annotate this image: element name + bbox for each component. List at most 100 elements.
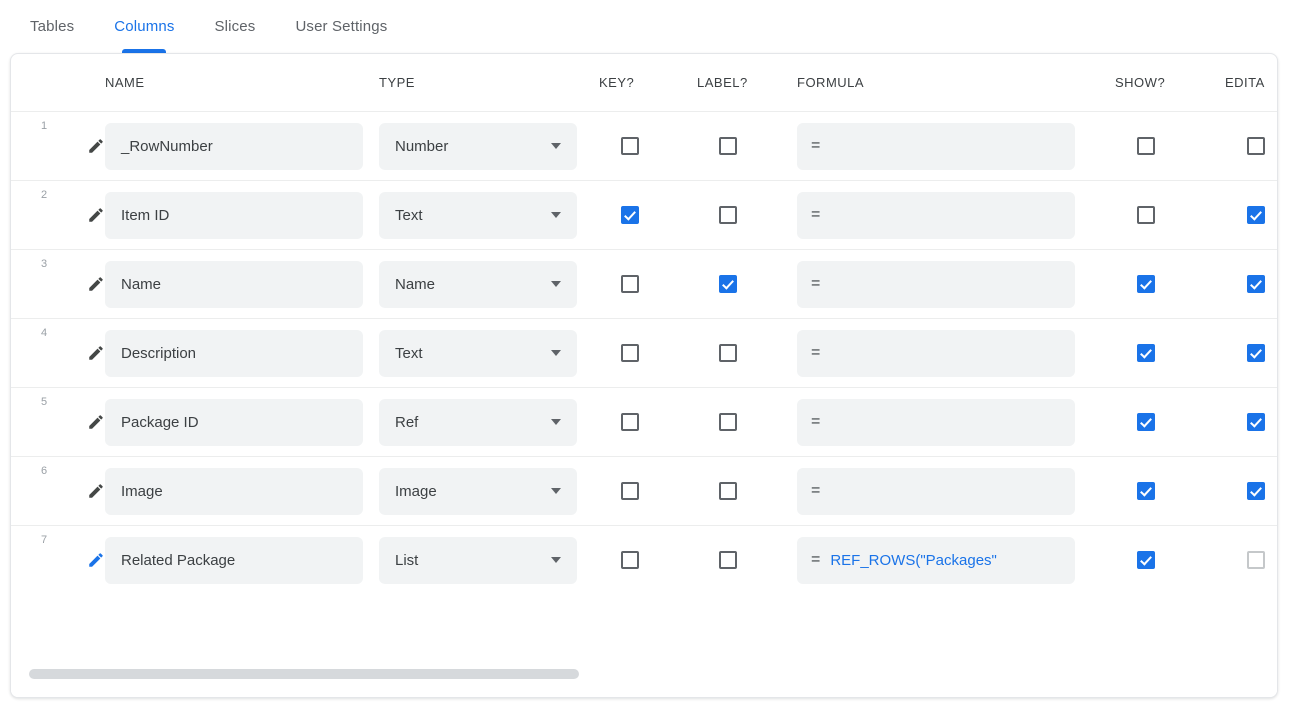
edit-column-button[interactable] (65, 206, 105, 224)
horizontal-scrollbar-thumb[interactable] (29, 669, 579, 679)
key-checkbox-cell (599, 275, 697, 293)
column-name-input[interactable]: Image (105, 467, 363, 515)
edit-column-button[interactable] (65, 275, 105, 293)
key-checkbox[interactable] (621, 482, 639, 500)
equals-sign: = (811, 551, 821, 568)
columns-card: NAME TYPE KEY? LABEL? FORMULA SHOW? EDIT… (10, 53, 1278, 698)
tab-bar: Tables Columns Slices User Settings (0, 0, 1300, 53)
tab-label: Columns (114, 18, 175, 35)
formula-input[interactable]: = (797, 191, 1075, 239)
pencil-icon (87, 413, 105, 431)
pencil-icon (87, 551, 105, 569)
column-type-cell: Text (379, 329, 599, 377)
tab-user-settings[interactable]: User Settings (275, 0, 407, 53)
edit-column-button[interactable] (65, 482, 105, 500)
label-checkbox[interactable] (719, 206, 737, 224)
columns-table-header: NAME TYPE KEY? LABEL? FORMULA SHOW? EDIT… (11, 54, 1277, 111)
table-row: 7 Related Package List = REF_ROWS("Packages" (11, 525, 1277, 594)
show-checkbox[interactable] (1137, 206, 1155, 224)
column-type-select[interactable]: Text (379, 329, 577, 377)
label-checkbox[interactable] (719, 275, 737, 293)
column-name-value: Package ID (121, 413, 199, 431)
tab-tables[interactable]: Tables (10, 0, 94, 53)
chevron-down-icon (551, 557, 561, 563)
column-name-input[interactable]: Package ID (105, 398, 363, 446)
column-name-input[interactable]: Item ID (105, 191, 363, 239)
label-checkbox[interactable] (719, 413, 737, 431)
show-checkbox[interactable] (1137, 413, 1155, 431)
show-checkbox[interactable] (1137, 137, 1155, 155)
chevron-down-icon (551, 350, 561, 356)
key-checkbox[interactable] (621, 413, 639, 431)
key-checkbox-cell (599, 137, 697, 155)
column-type-select[interactable]: Image (379, 467, 577, 515)
table-row: 1 _RowNumber Number = (11, 111, 1277, 180)
label-checkbox-cell (697, 275, 797, 293)
label-checkbox[interactable] (719, 137, 737, 155)
column-name-cell: Description (105, 329, 379, 377)
column-type-select[interactable]: Number (379, 122, 577, 170)
formula-input[interactable]: = REF_ROWS("Packages" (797, 536, 1075, 584)
equals-sign: = (811, 344, 821, 361)
edit-column-button[interactable] (65, 344, 105, 362)
column-type-value: Number (395, 137, 449, 155)
column-name-input[interactable]: Related Package (105, 536, 363, 584)
tab-label: User Settings (295, 18, 388, 35)
formula-cell: = (797, 260, 1115, 308)
column-name-input[interactable]: _RowNumber (105, 122, 363, 170)
label-checkbox[interactable] (719, 551, 737, 569)
formula-input[interactable]: = (797, 329, 1075, 377)
formula-cell: = (797, 398, 1115, 446)
edit-column-button[interactable] (65, 137, 105, 155)
key-checkbox[interactable] (621, 206, 639, 224)
editable-checkbox[interactable] (1247, 275, 1265, 293)
editable-checkbox[interactable] (1247, 137, 1265, 155)
columns-grid: NAME TYPE KEY? LABEL? FORMULA SHOW? EDIT… (11, 54, 1277, 594)
editable-checkbox[interactable] (1247, 413, 1265, 431)
edit-column-button[interactable] (65, 413, 105, 431)
show-checkbox[interactable] (1137, 482, 1155, 500)
tab-columns[interactable]: Columns (94, 0, 194, 53)
column-type-cell: Number (379, 122, 599, 170)
column-header-type: TYPE (379, 75, 415, 90)
editable-checkbox (1247, 551, 1265, 569)
key-checkbox[interactable] (621, 137, 639, 155)
key-checkbox[interactable] (621, 275, 639, 293)
editable-checkbox[interactable] (1247, 344, 1265, 362)
tab-slices[interactable]: Slices (195, 0, 276, 53)
columns-editor-page: Tables Columns Slices User Settings NAME… (0, 0, 1300, 722)
column-name-cell: Name (105, 260, 379, 308)
editable-checkbox[interactable] (1247, 206, 1265, 224)
column-header-name: NAME (105, 75, 145, 90)
show-checkbox[interactable] (1137, 551, 1155, 569)
column-type-select[interactable]: Text (379, 191, 577, 239)
pencil-icon (87, 344, 105, 362)
formula-cell: = REF_ROWS("Packages" (797, 536, 1115, 584)
column-name-value: Description (121, 344, 197, 362)
formula-input[interactable]: = (797, 122, 1075, 170)
row-index: 4 (41, 327, 48, 339)
chevron-down-icon (551, 143, 561, 149)
formula-input[interactable]: = (797, 467, 1075, 515)
label-checkbox[interactable] (719, 482, 737, 500)
label-checkbox-cell (697, 206, 797, 224)
column-type-select[interactable]: Name (379, 260, 577, 308)
horizontal-scrollbar-track[interactable] (11, 653, 1277, 697)
column-type-cell: List (379, 536, 599, 584)
show-checkbox[interactable] (1137, 344, 1155, 362)
column-name-input[interactable]: Name (105, 260, 363, 308)
show-checkbox[interactable] (1137, 275, 1155, 293)
formula-input[interactable]: = (797, 398, 1075, 446)
column-type-select[interactable]: List (379, 536, 577, 584)
editable-checkbox[interactable] (1247, 482, 1265, 500)
column-type-select[interactable]: Ref (379, 398, 577, 446)
label-checkbox[interactable] (719, 344, 737, 362)
key-checkbox[interactable] (621, 551, 639, 569)
key-checkbox-cell (599, 482, 697, 500)
column-name-input[interactable]: Description (105, 329, 363, 377)
editable-checkbox-cell (1225, 413, 1277, 431)
equals-sign: = (811, 137, 821, 154)
formula-input[interactable]: = (797, 260, 1075, 308)
edit-column-button[interactable] (65, 551, 105, 569)
key-checkbox[interactable] (621, 344, 639, 362)
